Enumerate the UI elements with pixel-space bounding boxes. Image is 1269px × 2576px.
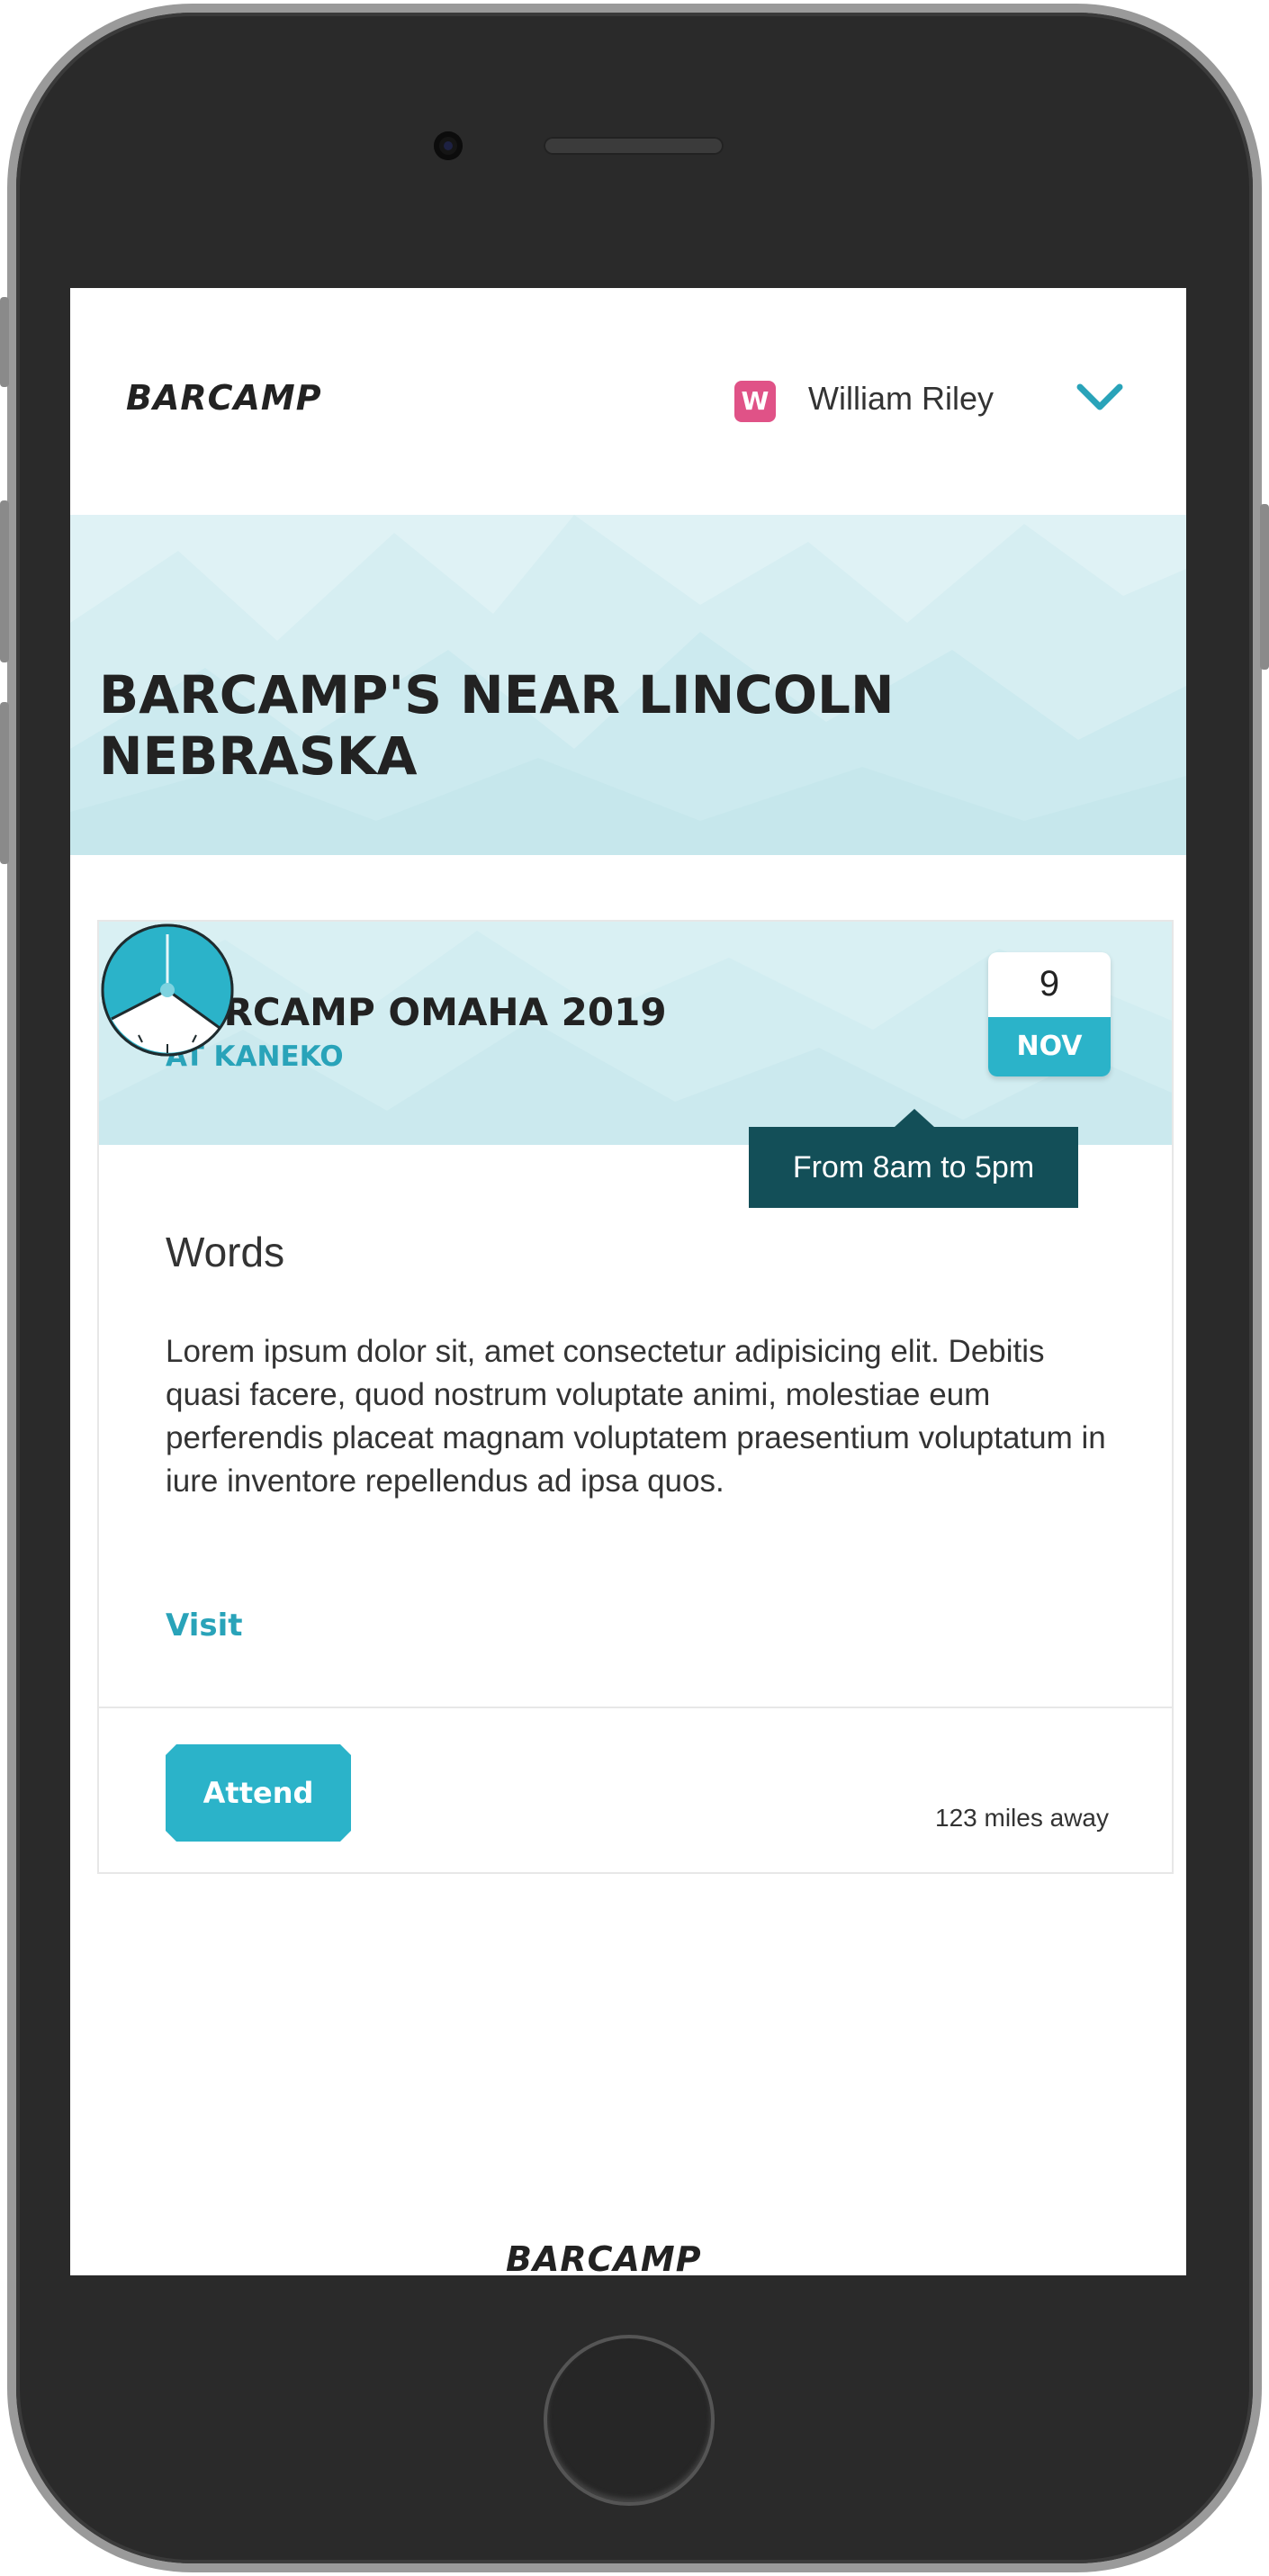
brand-logo[interactable]: BARCAMP [126, 378, 322, 418]
clock-icon[interactable] [99, 922, 236, 1058]
date-month: NOV [988, 1017, 1111, 1076]
user-name[interactable]: William Riley [808, 380, 994, 418]
top-navigation: BARCAMP W William Riley [70, 288, 1186, 513]
chevron-down-icon[interactable] [1073, 376, 1127, 416]
footer-brand-logo[interactable]: BARCAMP [506, 2239, 702, 2275]
volume-down-button [0, 702, 9, 864]
event-description: Lorem ipsum dolor sit, amet consectetur … [166, 1334, 1106, 1499]
app-screen: BARCAMP W William Riley BARCAMP'S NEAR L… [70, 288, 1186, 2275]
event-card: BARCAMP OMAHA 2019 AT KANEKO 9 NOV From … [97, 920, 1174, 1874]
hero-banner: BARCAMP'S NEAR LINCOLN NEBRASKA [70, 515, 1186, 855]
volume-up-button [0, 500, 9, 662]
power-button [1260, 504, 1269, 670]
section-heading: Words [166, 1229, 285, 1275]
date-badge: 9 NOV [988, 952, 1111, 1076]
home-button[interactable] [544, 2335, 715, 2506]
distance-label: 123 miles away [935, 1804, 1109, 1832]
hero-title: BARCAMP'S NEAR LINCOLN NEBRASKA [99, 664, 895, 787]
event-title[interactable]: BARCAMP OMAHA 2019 [166, 990, 667, 1034]
time-tooltip: From 8am to 5pm [749, 1109, 1078, 1208]
silent-switch [0, 297, 9, 387]
front-camera [434, 131, 463, 160]
user-avatar[interactable]: W [734, 381, 776, 422]
visit-link[interactable]: Visit [166, 1608, 243, 1644]
card-divider [99, 1707, 1172, 1708]
earpiece-speaker [544, 137, 724, 155]
date-day: 9 [1039, 964, 1060, 1004]
attend-button[interactable]: Attend [166, 1744, 351, 1842]
event-card-header: BARCAMP OMAHA 2019 AT KANEKO 9 NOV [99, 922, 1172, 1145]
